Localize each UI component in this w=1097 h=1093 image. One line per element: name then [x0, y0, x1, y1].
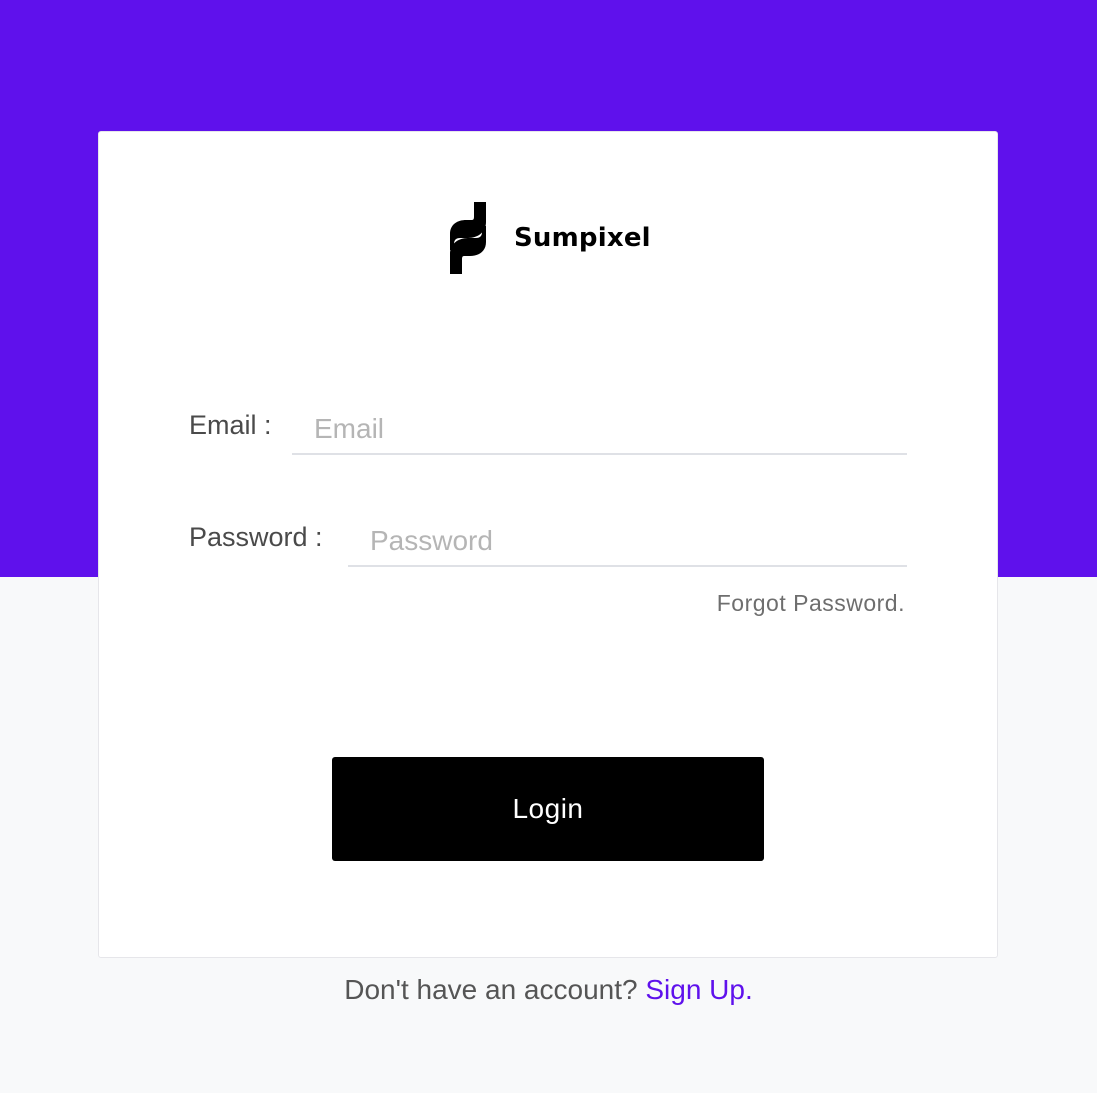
forgot-password-link[interactable]: Forgot Password.: [717, 590, 905, 617]
sumpixel-logo-icon: [450, 202, 486, 274]
signup-prompt: Don't have an account?: [344, 974, 638, 1005]
brand-logo: Sumpixel: [448, 200, 651, 276]
email-input[interactable]: [292, 404, 907, 455]
email-label: Email :: [189, 410, 272, 440]
brand-name: Sumpixel: [514, 223, 651, 253]
signup-row: Don't have an account? Sign Up.: [0, 974, 1097, 1006]
password-input[interactable]: [348, 516, 907, 567]
password-label: Password :: [189, 522, 323, 552]
signup-link[interactable]: Sign Up.: [645, 974, 752, 1005]
login-button[interactable]: Login: [332, 757, 764, 861]
